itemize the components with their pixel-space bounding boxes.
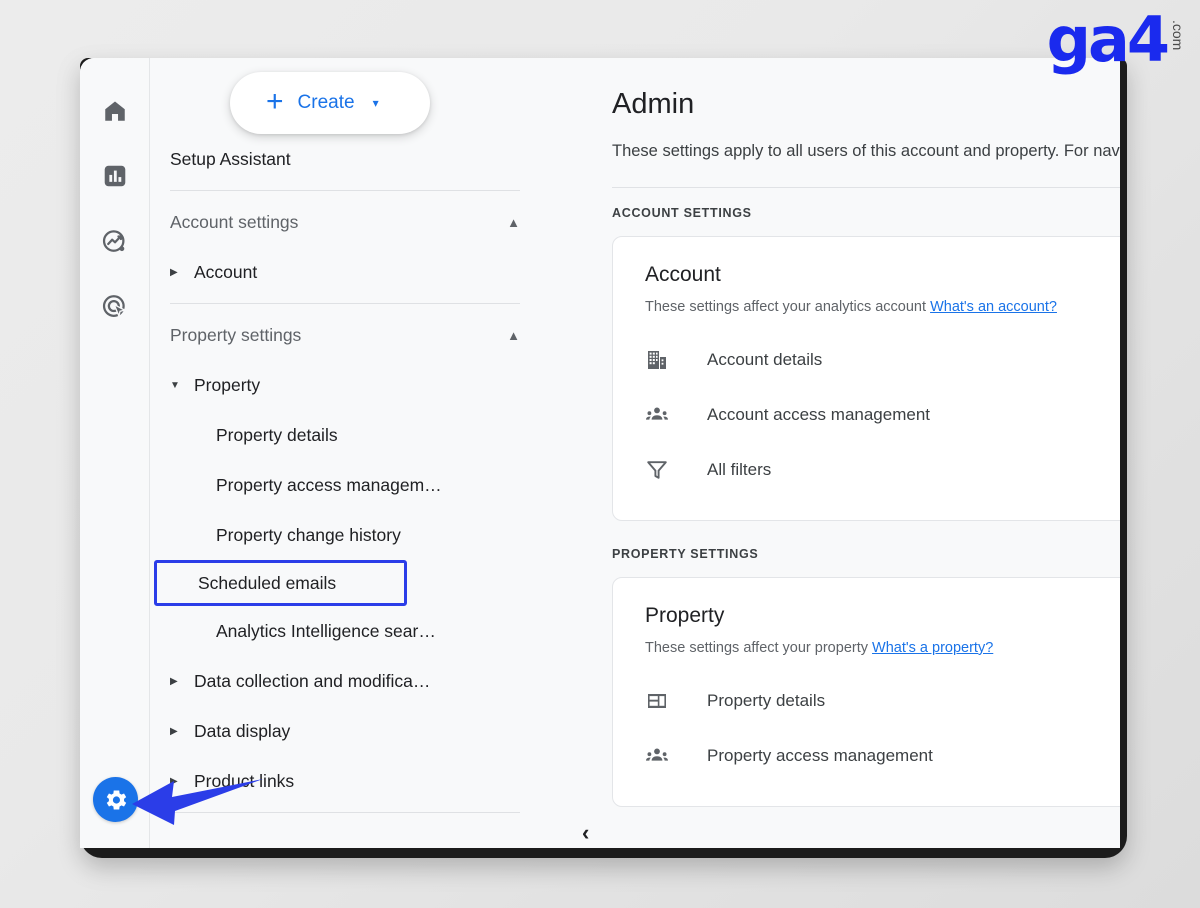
help-icon[interactable] (1119, 347, 1120, 373)
row-label: Account access management (707, 405, 931, 425)
row-account-access-management[interactable]: Account access management (645, 388, 1120, 443)
collapse-sidebar-button[interactable]: ‹ (582, 820, 589, 846)
sidebar-item-data-display[interactable]: ▶ Data display (150, 706, 560, 756)
explore-icon[interactable] (95, 221, 135, 261)
gear-icon[interactable] (93, 777, 138, 822)
help-icon[interactable] (1119, 688, 1120, 714)
section-label-property-settings: PROPERTY SETTINGS (612, 546, 759, 561)
sidebar-item-label: Data collection and modifica… (194, 670, 431, 691)
triangle-right-icon: ▶ (170, 675, 178, 687)
people-group-icon (645, 744, 679, 768)
triangle-right-icon: ▶ (170, 775, 178, 787)
sidebar-section-label: Account settings (170, 211, 299, 232)
admin-nav-sidebar: + Create ▾ Setup Assistant Account setti… (150, 58, 589, 848)
sidebar-item-label: Account (194, 261, 258, 282)
help-icon[interactable] (1119, 743, 1120, 769)
building-icon (645, 348, 679, 372)
sidebar-item-property-change-history[interactable]: Property change history (150, 510, 560, 560)
layout-icon (645, 689, 679, 713)
nav-divider (170, 190, 520, 191)
row-label: Property details (707, 691, 826, 711)
sidebar-item-label: Property (194, 374, 261, 395)
sidebar-item-label: Property details (216, 424, 338, 445)
sidebar-item-label: Property access managem… (216, 474, 442, 495)
whats-an-account-link[interactable]: What's an account? (930, 299, 1057, 315)
nav-divider (170, 812, 520, 813)
sidebar-item-label: Setup Assistant (170, 148, 291, 169)
card-title: Account (645, 262, 721, 286)
content-divider (612, 186, 1120, 188)
sidebar-item-label: Product links (194, 770, 295, 791)
sidebar-item-label: Scheduled emails (198, 572, 337, 593)
logo-suffix: .com (1170, 20, 1186, 51)
home-icon[interactable] (95, 91, 135, 131)
nav-scroll-area: Setup Assistant Account settings ▲ ▶ Acc… (150, 58, 560, 848)
card-subtitle: These settings affect your analytics acc… (645, 299, 1120, 315)
sidebar-item-label: Data display (194, 720, 291, 741)
people-group-icon (645, 403, 679, 427)
triangle-right-icon: ▶ (170, 725, 178, 737)
analytics-app-window: + Create ▾ Setup Assistant Account setti… (80, 58, 1120, 848)
page-description-line2: navigation. (1093, 142, 1120, 160)
row-property-details[interactable]: Property details (645, 674, 1120, 729)
sidebar-item-property-access-management[interactable]: Property access managem… (150, 460, 560, 510)
help-icon[interactable] (1119, 457, 1120, 483)
chevron-up-icon: ▲ (507, 327, 520, 343)
create-button[interactable]: + Create ▾ (230, 72, 430, 134)
section-label-account-settings: ACCOUNT SETTINGS (612, 205, 752, 220)
plus-icon: + (266, 84, 284, 118)
reports-icon[interactable] (95, 156, 135, 196)
create-button-label: Create (297, 92, 355, 113)
row-all-filters[interactable]: All filters (645, 443, 1120, 498)
sidebar-item-data-collection-and-modification[interactable]: ▶ Data collection and modifica… (150, 656, 560, 706)
sidebar-item-property[interactable]: ▼ Property (150, 360, 560, 410)
whats-a-property-link[interactable]: What's a property? (872, 640, 993, 656)
sidebar-item-scheduled-emails[interactable]: Scheduled emails (154, 560, 407, 606)
sidebar-item-account[interactable]: ▶ Account (150, 247, 560, 297)
page-description: These settings apply to all users of thi… (612, 139, 1120, 165)
logo-wordmark: ga4 (1046, 3, 1170, 76)
sidebar-item-property-details[interactable]: Property details (150, 410, 560, 460)
primary-icon-rail (80, 58, 150, 848)
ga4-logo: ga4 .com (1046, 3, 1186, 76)
triangle-right-icon: ▶ (170, 266, 178, 278)
card-subtitle-text: These settings affect your property (645, 639, 868, 656)
triangle-down-icon: ▼ (170, 379, 180, 391)
nav-divider (170, 303, 520, 304)
help-icon[interactable] (1119, 402, 1120, 428)
sidebar-item-label: Property change history (216, 524, 401, 545)
sidebar-section-label: Property settings (170, 324, 302, 345)
account-settings-card: Account These settings affect your analy… (612, 235, 1120, 521)
card-subtitle: These settings affect your property What… (645, 640, 1120, 656)
property-settings-card: Property These settings affect your prop… (612, 576, 1120, 807)
row-label: Account details (707, 350, 823, 370)
sidebar-item-product-links[interactable]: ▶ Product links (150, 756, 560, 806)
card-subtitle-text: These settings affect your analytics acc… (645, 298, 927, 315)
sidebar-section-account-settings[interactable]: Account settings ▲ (150, 197, 560, 247)
sidebar-section-property-settings[interactable]: Property settings ▲ (150, 310, 560, 360)
row-account-details[interactable]: Account details (645, 333, 1120, 388)
chevron-up-icon: ▲ (507, 214, 520, 230)
chevron-down-icon: ▾ (372, 96, 379, 110)
page-title: Admin (612, 88, 695, 120)
sidebar-item-setup-assistant[interactable]: Setup Assistant (150, 134, 560, 184)
advertising-icon[interactable] (95, 286, 135, 326)
sidebar-item-analytics-intelligence-search[interactable]: Analytics Intelligence sear… (150, 606, 560, 656)
row-property-access-management[interactable]: Property access management (645, 729, 1120, 784)
main-content-panel: Admin These settings apply to all users … (560, 58, 1120, 848)
card-title: Property (645, 603, 725, 627)
row-label: Property access management (707, 746, 933, 766)
page-description-line1: These settings apply to all users of thi… (612, 142, 1089, 160)
sidebar-item-label: Analytics Intelligence sear… (216, 620, 436, 641)
row-label: All filters (707, 460, 772, 480)
funnel-icon (645, 458, 679, 482)
